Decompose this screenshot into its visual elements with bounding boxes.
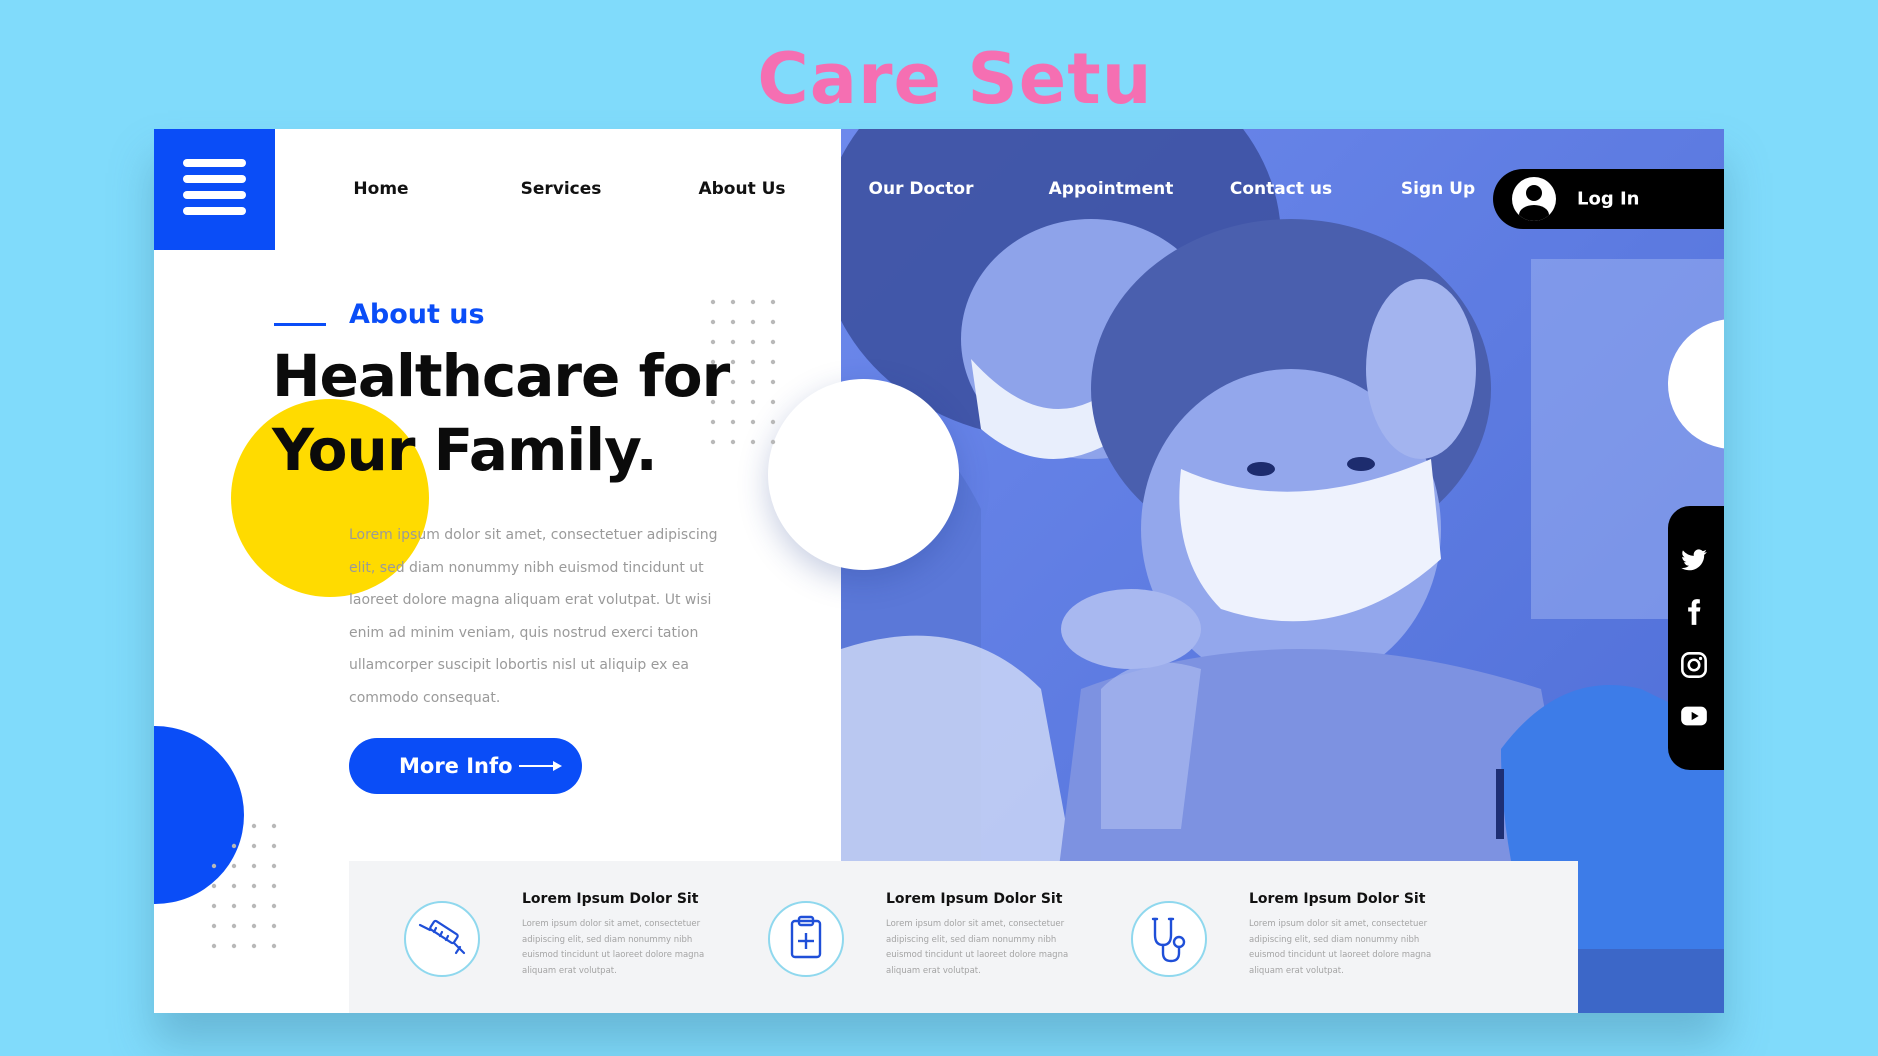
feature-card: Lorem Ipsum Dolor Sit Lorem ipsum dolor …: [1076, 861, 1436, 1013]
nav-contact-us[interactable]: Contact us: [1230, 179, 1332, 199]
hero-headline-line1: Healthcare for: [272, 342, 730, 410]
top-navigation: Home Services About Us Our Doctor Appoin…: [154, 129, 1724, 250]
youtube-icon[interactable]: [1680, 702, 1708, 730]
social-sidebar: [1668, 506, 1724, 770]
more-info-label: More Info: [399, 754, 513, 778]
arrow-right-icon: [519, 761, 562, 771]
login-button[interactable]: Log In: [1493, 169, 1724, 229]
brand-title: Care Setu: [757, 38, 1153, 120]
section-label-line: [274, 323, 326, 326]
feature-title: Lorem Ipsum Dolor Sit: [886, 891, 1063, 907]
login-label: Log In: [1577, 188, 1640, 210]
feature-title: Lorem Ipsum Dolor Sit: [1249, 891, 1426, 907]
nav-our-doctor[interactable]: Our Doctor: [869, 179, 974, 199]
feature-card: Lorem Ipsum Dolor Sit Lorem ipsum dolor …: [349, 861, 709, 1013]
feature-description: Lorem ipsum dolor sit amet, consectetuer…: [886, 919, 1069, 976]
decorative-white-circle: [768, 379, 959, 570]
twitter-icon[interactable]: [1680, 546, 1708, 574]
facebook-icon[interactable]: [1680, 598, 1708, 626]
feature-description: Lorem ipsum dolor sit amet, consectetuer…: [522, 919, 705, 976]
feature-card: Lorem Ipsum Dolor Sit Lorem ipsum dolor …: [713, 861, 1073, 1013]
nav-sign-up[interactable]: Sign Up: [1401, 179, 1475, 199]
hero-headline: Healthcare for Your Family.: [272, 339, 730, 487]
more-info-button[interactable]: More Info: [349, 738, 582, 794]
decorative-dot-grid-bottom: [211, 823, 277, 949]
nav-home[interactable]: Home: [353, 179, 408, 199]
hero-body-text: Lorem ipsum dolor sit amet, consectetuer…: [349, 527, 718, 706]
hero-headline-line2: Your Family.: [272, 416, 658, 484]
nav-services[interactable]: Services: [521, 179, 602, 199]
stethoscope-icon: [1131, 901, 1207, 977]
feature-title: Lorem Ipsum Dolor Sit: [522, 891, 699, 907]
section-label: About us: [349, 299, 485, 330]
medical-clipboard-icon: [768, 901, 844, 977]
nav-about-us[interactable]: About Us: [698, 179, 785, 199]
nav-appointment[interactable]: Appointment: [1049, 179, 1174, 199]
landing-page-card: Home Services About Us Our Doctor Appoin…: [154, 129, 1724, 1013]
instagram-icon[interactable]: [1680, 651, 1708, 679]
syringe-icon: [404, 901, 480, 977]
features-strip: Lorem Ipsum Dolor Sit Lorem ipsum dolor …: [349, 861, 1578, 1013]
feature-description: Lorem ipsum dolor sit amet, consectetuer…: [1249, 919, 1432, 976]
user-avatar-icon: [1512, 177, 1556, 221]
